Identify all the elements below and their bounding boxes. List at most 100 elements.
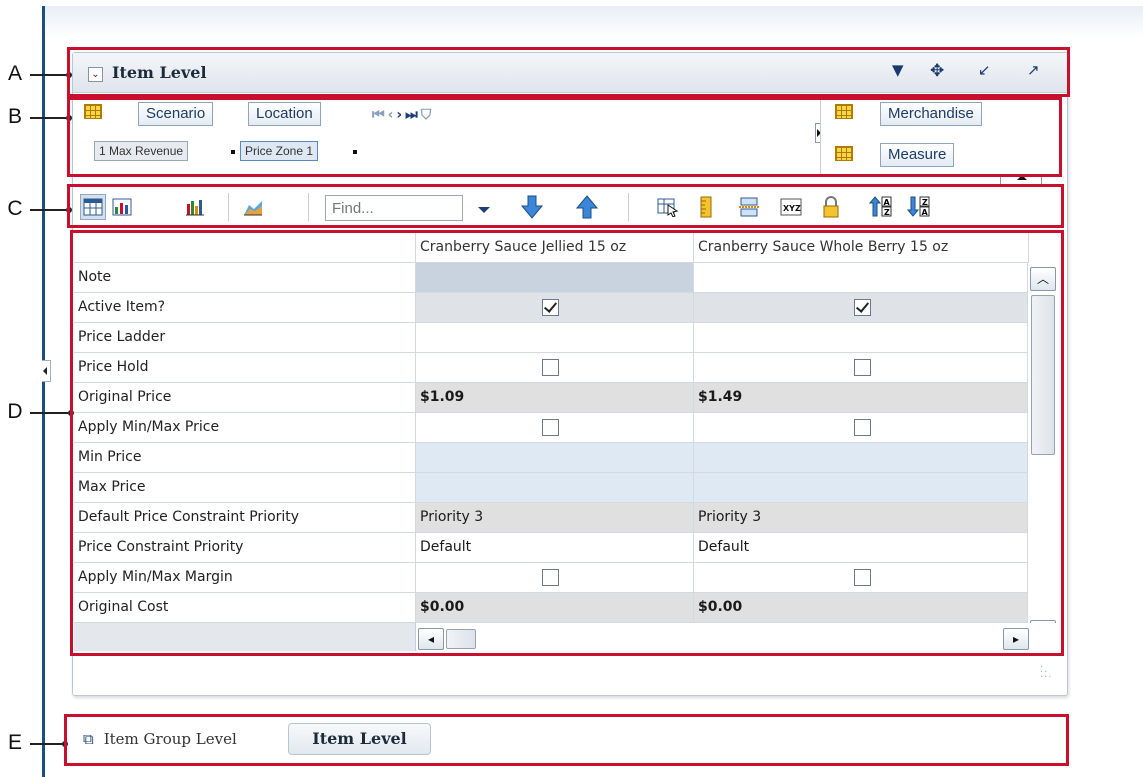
row-label: Price Hold [74, 353, 416, 383]
scroll-left-icon[interactable]: ◂ [418, 628, 444, 650]
split-icon[interactable] [736, 194, 762, 220]
move-icon[interactable]: ✥ [930, 61, 944, 81]
checked-checkbox[interactable] [542, 299, 559, 316]
restore-icon[interactable]: ↙ [978, 61, 991, 79]
chip-separator [353, 150, 357, 154]
find-dropdown-icon[interactable] [478, 207, 490, 213]
table-row: Note [74, 263, 1029, 293]
grid-cell[interactable] [416, 323, 694, 353]
grid-cell[interactable] [694, 323, 1029, 353]
sort-descending-icon[interactable]: ZA [906, 194, 932, 220]
filter-icon[interactable]: ⛉ [421, 107, 435, 123]
collapse-pivot-icon[interactable] [1000, 175, 1042, 185]
next-icon[interactable]: › [396, 107, 405, 123]
svg-text:XYZ: XYZ [783, 204, 801, 213]
checkbox-cell[interactable] [694, 353, 1029, 383]
svg-text:Z: Z [884, 208, 890, 217]
horizontal-scroll-thumb[interactable] [446, 629, 476, 649]
chip-scenario-value[interactable]: 1 Max Revenue [94, 141, 189, 161]
collapse-panel-icon[interactable]: ⌄ [88, 67, 103, 82]
grid-cell[interactable]: Priority 3 [416, 503, 694, 533]
vertical-scroll-thumb[interactable] [1031, 295, 1055, 455]
table-row: Price Hold [74, 353, 1029, 383]
grid-cell[interactable] [416, 263, 694, 293]
grid-cell[interactable]: $0.00 [694, 593, 1029, 623]
unchecked-checkbox[interactable] [542, 359, 559, 376]
row-label: Price Constraint Priority [74, 533, 416, 563]
lock-icon[interactable] [818, 194, 844, 220]
row-tiles-grid-icon [84, 104, 102, 119]
tile-location[interactable]: Location [248, 102, 321, 126]
vertical-scrollbar[interactable]: ︿ ﹀ [1027, 263, 1058, 644]
row-label: Min Price [74, 443, 416, 473]
checkbox-cell[interactable] [416, 353, 694, 383]
row-label: Apply Min/Max Margin [74, 563, 416, 593]
table-row: Default Price Constraint Priority Priorit… [74, 503, 1029, 533]
grid-header-row: Cranberry Sauce Jellied 15 oz Cranberry … [74, 233, 1029, 263]
unchecked-checkbox[interactable] [854, 359, 871, 376]
checkbox-cell[interactable] [416, 563, 694, 593]
resize-grip-icon[interactable]: · ·· ··· [1040, 663, 1053, 683]
grid-view-icon[interactable] [80, 194, 106, 220]
unchecked-checkbox[interactable] [542, 419, 559, 436]
grid-cell[interactable]: $1.09 [416, 383, 694, 413]
table-row: Apply Min/Max Margin [74, 563, 1029, 593]
grid-cell[interactable] [416, 473, 694, 503]
toolbar-separator [308, 193, 309, 221]
chart-view-icon[interactable] [182, 194, 208, 220]
unchecked-checkbox[interactable] [542, 569, 559, 586]
maximize-icon[interactable]: ↗ [1027, 61, 1040, 79]
row-label: Apply Min/Max Price [74, 413, 416, 443]
svg-text:A: A [884, 198, 891, 207]
column-header[interactable]: Cranberry Sauce Whole Berry 15 oz [694, 233, 1029, 263]
grid-cell[interactable] [694, 473, 1029, 503]
checkbox-cell[interactable] [416, 413, 694, 443]
tile-scenario[interactable]: Scenario [138, 102, 214, 126]
panel-menu-dropdown-icon[interactable]: ▼ [892, 61, 904, 79]
tab-item-level[interactable]: Item Level [288, 723, 431, 755]
merchandise-grid-icon [835, 104, 853, 119]
annotation-dot [62, 741, 68, 747]
annotation-leader [30, 743, 64, 745]
chip-separator [231, 150, 235, 154]
grid-cell[interactable] [694, 443, 1029, 473]
last-icon[interactable]: ⏭ [405, 107, 421, 123]
table-row: Price Ladder [74, 323, 1029, 353]
unchecked-checkbox[interactable] [854, 569, 871, 586]
xyz-icon[interactable]: XYZ [778, 194, 804, 220]
grid-cell[interactable]: Priority 3 [694, 503, 1029, 533]
area-chart-icon[interactable] [240, 194, 266, 220]
row-label: Active Item? [74, 293, 416, 323]
table-row: Min Price [74, 443, 1029, 473]
grid-cell[interactable]: Default [416, 533, 694, 563]
grid-cell[interactable]: Default [694, 533, 1029, 563]
grid-cell[interactable]: $1.49 [694, 383, 1029, 413]
find-next-icon[interactable] [520, 194, 544, 224]
checkbox-cell[interactable] [694, 413, 1029, 443]
ruler-icon[interactable] [693, 194, 719, 220]
chip-location-value[interactable]: Price Zone 1 [240, 141, 319, 161]
find-previous-icon[interactable] [575, 194, 599, 224]
select-cells-icon[interactable] [655, 194, 681, 220]
checkbox-cell[interactable] [416, 293, 694, 323]
tile-measure[interactable]: Measure [880, 143, 955, 167]
first-icon[interactable]: ⏮ [372, 107, 388, 123]
sort-ascending-icon[interactable]: AZ [868, 194, 894, 220]
grid-cell[interactable]: $0.00 [416, 593, 694, 623]
column-header[interactable]: Cranberry Sauce Jellied 15 oz [416, 233, 694, 263]
checked-checkbox[interactable] [854, 299, 871, 316]
grid-chart-view-icon[interactable] [109, 194, 135, 220]
checkbox-cell[interactable] [694, 293, 1029, 323]
navigate-icon: ⧉ [83, 730, 94, 748]
annotation-dot [66, 207, 72, 213]
tab-item-group-level[interactable]: ⧉ Item Group Level [83, 730, 237, 748]
tile-merchandise[interactable]: Merchandise [880, 102, 982, 126]
checkbox-cell[interactable] [694, 563, 1029, 593]
scroll-right-icon[interactable]: ▸ [1003, 628, 1029, 650]
grid-cell[interactable] [694, 263, 1029, 293]
scroll-up-icon[interactable]: ︿ [1030, 267, 1056, 291]
unchecked-checkbox[interactable] [854, 419, 871, 436]
find-input[interactable] [325, 195, 463, 221]
grid-cell[interactable] [416, 443, 694, 473]
collapse-left-icon[interactable] [42, 360, 51, 382]
